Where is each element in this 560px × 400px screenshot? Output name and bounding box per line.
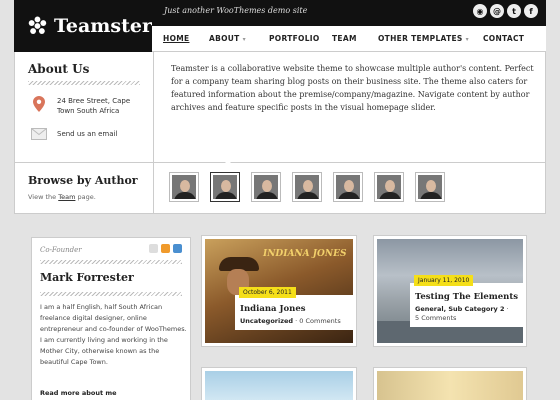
twitter-icon[interactable]: t	[507, 4, 521, 18]
author-avatar[interactable]	[170, 173, 198, 201]
author-avatar[interactable]	[375, 173, 403, 201]
name-underline	[40, 292, 182, 296]
post-category-link[interactable]: Uncategorized	[240, 317, 293, 325]
meta-separator: ·	[506, 305, 509, 313]
nav-item-about[interactable]: ABOUT ▾	[209, 34, 246, 43]
author-avatar[interactable]	[416, 173, 444, 201]
main-nav: HOME ABOUT ▾ PORTFOLIO TEAM OTHER TEMPLAT…	[152, 26, 546, 52]
post-card[interactable]: INDIANA JONES October 6, 2011 Indiana Jo…	[202, 236, 356, 346]
read-more-link[interactable]: Read more about me	[40, 389, 117, 397]
post-date-badge: January 11, 2010	[414, 275, 474, 286]
author-list	[170, 173, 444, 201]
chevron-down-icon: ▾	[465, 36, 469, 43]
post-card[interactable]: January 11, 2010 Testing The Elements Ge…	[374, 236, 526, 346]
logo-flower-icon	[28, 16, 47, 35]
post-title-link[interactable]: Testing The Elements	[415, 292, 523, 302]
site-tagline: Just another WooThemes demo site	[164, 6, 308, 15]
site-name: Teamster	[53, 15, 152, 37]
post-date-badge: October 6, 2011	[239, 287, 296, 298]
author-avatar[interactable]	[252, 173, 280, 201]
rss-icon[interactable]: ◉	[473, 4, 487, 18]
nav-item-other-templates-label: OTHER TEMPLATES	[378, 34, 463, 43]
post-category-link[interactable]: General, Sub Category 2	[415, 305, 505, 313]
nav-item-home[interactable]: HOME	[163, 34, 189, 43]
browse-title: Browse by Author	[28, 174, 138, 187]
role-underline	[40, 260, 182, 264]
about-title: About Us	[28, 62, 90, 76]
chevron-down-icon: ▾	[242, 36, 246, 43]
team-page-link[interactable]: Team	[58, 193, 75, 201]
author-bio: I am a half English, half South African …	[40, 303, 187, 366]
header-top-bar: Just another WooThemes demo site ◉ @ t f	[152, 0, 546, 26]
location-pin-icon	[33, 96, 45, 112]
twitter-icon[interactable]	[173, 244, 182, 253]
author-avatar[interactable]	[334, 173, 362, 201]
author-profile-card: Co-Founder Mark Forrester I am a half En…	[31, 237, 191, 400]
title-underline	[28, 81, 140, 85]
info-panel: About Us 24 Bree Street, Cape Town South…	[14, 52, 546, 214]
nav-item-other-templates[interactable]: OTHER TEMPLATES ▾	[378, 34, 469, 43]
nav-item-about-label: ABOUT	[209, 34, 240, 43]
post-meta: General, Sub Category 2 · 5 Comments	[415, 305, 523, 323]
facebook-icon[interactable]: f	[524, 4, 538, 18]
post-card-partial[interactable]	[202, 368, 356, 400]
rss-icon[interactable]	[161, 244, 170, 253]
intro-text: Teamster is a collaborative website them…	[171, 64, 534, 112]
address: 24 Bree Street, Cape Town South Africa	[57, 96, 147, 116]
post-comments-link[interactable]: 0 Comments	[299, 317, 340, 325]
post-info-card: October 6, 2011 Indiana Jones Uncategori…	[235, 287, 353, 330]
panel-divider-horizontal	[15, 162, 545, 163]
post-info-card: January 11, 2010 Testing The Elements Ge…	[410, 275, 523, 327]
author-avatar-selected[interactable]	[211, 173, 239, 201]
send-email-link[interactable]: Send us an email	[57, 130, 117, 138]
address-line-1: 24 Bree Street, Cape	[57, 97, 131, 105]
selected-author-pointer	[222, 159, 234, 165]
nav-item-contact[interactable]: CONTACT	[483, 34, 524, 43]
author-social-links	[149, 244, 182, 253]
envelope-icon	[31, 128, 47, 140]
nav-item-portfolio[interactable]: PORTFOLIO	[269, 34, 320, 43]
panel-divider-vertical	[153, 52, 154, 214]
post-card-partial[interactable]	[374, 368, 526, 400]
social-links: ◉ @ t f	[473, 4, 538, 18]
author-role: Co-Founder	[40, 246, 82, 254]
site-logo[interactable]: Teamster	[14, 0, 152, 52]
author-name: Mark Forrester	[40, 271, 134, 284]
post-meta: Uncategorized · 0 Comments	[240, 317, 348, 326]
email-icon[interactable]: @	[490, 4, 504, 18]
post-image-title-text: INDIANA JONES	[263, 249, 347, 259]
address-line-2: Town South Africa	[57, 107, 120, 115]
nav-item-team[interactable]: TEAM	[332, 34, 357, 43]
view-team-line: View the Team page.	[28, 193, 96, 201]
email-icon[interactable]	[149, 244, 158, 253]
author-avatar[interactable]	[293, 173, 321, 201]
post-comments-link[interactable]: 5 Comments	[415, 314, 456, 322]
view-team-prefix: View the	[28, 193, 57, 201]
view-team-suffix: page.	[77, 193, 96, 201]
post-title-link[interactable]: Indiana Jones	[240, 304, 348, 314]
